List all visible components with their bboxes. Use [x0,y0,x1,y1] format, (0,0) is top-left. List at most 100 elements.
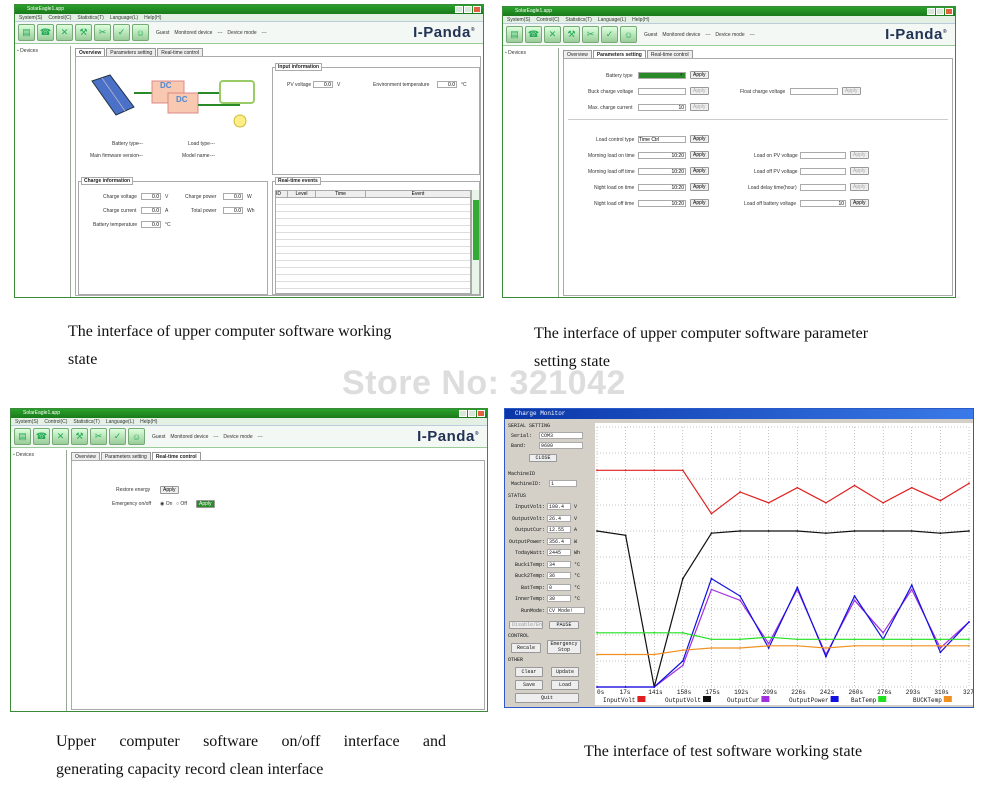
menu-statistics[interactable]: Statistics(T) [73,419,99,425]
menu-control[interactable]: Control(C) [536,17,559,23]
serial-select[interactable]: COM3 [539,432,583,439]
buck-voltage-field[interactable] [638,88,686,95]
disable-button[interactable]: Disable/En [509,621,543,629]
max-current-field[interactable]: 10 [638,104,686,111]
wrench-icon[interactable]: ⚒ [563,26,580,43]
minimize-button[interactable] [927,8,935,15]
radio-on[interactable]: ◉ On [160,501,172,507]
device-tree[interactable]: ▪ Devices [11,450,67,711]
save-button[interactable]: Save [515,680,543,690]
connect-icon[interactable]: ☎ [33,428,50,445]
check-icon[interactable]: ✓ [113,24,130,41]
tab-realtime[interactable]: Real-time control [157,48,204,56]
wrench-icon[interactable]: ⚒ [71,428,88,445]
morning-on-field[interactable]: 10:20 [638,152,686,159]
quit-button[interactable]: Quit [515,693,579,703]
chart-icon[interactable]: ▤ [14,428,31,445]
panda-icon[interactable]: ☺ [132,24,149,41]
close-button[interactable] [477,410,485,417]
load-off-pv-field[interactable] [800,168,846,175]
tab-parameters[interactable]: Parameters setting [592,50,646,58]
apply-night-off-button[interactable]: Apply [690,199,709,207]
scrollbar[interactable] [471,190,479,294]
apply-float-button[interactable]: Apply [842,87,861,95]
night-on-field[interactable]: 10:20 [638,184,686,191]
tab-parameters[interactable]: Parameters setting [106,48,157,56]
tab-overview[interactable]: Overview [563,50,592,58]
panda-icon[interactable]: ☺ [620,26,637,43]
apply-load-off-pv-button[interactable]: Apply [850,167,869,175]
tab-realtime[interactable]: Real-time control [151,452,201,460]
panda-icon[interactable]: ☺ [128,428,145,445]
menu-language[interactable]: Language(L) [598,17,626,23]
emergency-stop-button[interactable]: Emergency Stop [547,640,581,654]
apply-max-button[interactable]: Apply [690,103,709,111]
menu-help[interactable]: Help(H) [144,15,161,21]
load-delay-field[interactable] [800,184,846,191]
menu-language[interactable]: Language(L) [110,15,138,21]
menu-statistics[interactable]: Statistics(T) [77,15,103,21]
menu-help[interactable]: Help(H) [140,419,157,425]
menu-system[interactable]: System(S) [19,15,42,21]
chart-icon[interactable]: ▤ [506,26,523,43]
device-tree[interactable]: ▪ Devices [15,46,71,297]
wrench-icon[interactable]: ⚒ [75,24,92,41]
col-time[interactable]: Time [316,191,366,197]
apply-load-off-battery-button[interactable]: Apply [850,199,869,207]
tab-overview[interactable]: Overview [75,48,106,56]
menu-control[interactable]: Control(C) [48,15,71,21]
close-button[interactable] [945,8,953,15]
menu-system[interactable]: System(S) [507,17,530,23]
close-button[interactable] [473,6,481,13]
restore-apply-button[interactable]: Apply [160,486,179,494]
tools-icon[interactable]: ✕ [544,26,561,43]
recale-button[interactable]: Recale [511,643,541,653]
band-select[interactable]: 9600 [539,442,583,449]
menu-control[interactable]: Control(C) [44,419,67,425]
float-voltage-field[interactable] [790,88,838,95]
apply-load-control-button[interactable]: Apply [690,135,709,143]
chevron-down-icon[interactable]: ▾ [680,72,683,78]
minimize-button[interactable] [459,410,467,417]
tools-icon[interactable]: ✕ [52,428,69,445]
apply-battery-button[interactable]: Apply [690,71,709,79]
night-off-field[interactable]: 10:20 [638,200,686,207]
load-on-pv-field[interactable] [800,152,846,159]
clear-button[interactable]: Clear [515,667,543,677]
minimize-button[interactable] [455,6,463,13]
load-button[interactable]: Load [551,680,579,690]
col-level[interactable]: Level [288,191,316,197]
scrollbar-thumb[interactable] [473,200,479,260]
tab-overview[interactable]: Overview [71,452,100,460]
tab-realtime[interactable]: Real-time control [646,50,693,58]
tools-icon[interactable]: ✕ [56,24,73,41]
update-button[interactable]: Update [551,667,579,677]
connect-icon[interactable]: ☎ [525,26,542,43]
apply-load-delay-button[interactable]: Apply [850,183,869,191]
maximize-button[interactable] [468,410,476,417]
events-table[interactable]: ID Level Time Event [275,190,471,294]
load-off-battery-field[interactable]: 10 [800,200,846,207]
serial-close-button[interactable]: CLOSE [529,454,557,462]
apply-load-on-pv-button[interactable]: Apply [850,151,869,159]
emergency-apply-button[interactable]: Apply [196,500,215,508]
pause-button[interactable]: PAUSE [549,621,579,629]
maximize-button[interactable] [936,8,944,15]
check-icon[interactable]: ✓ [601,26,618,43]
check-icon[interactable]: ✓ [109,428,126,445]
chart-icon[interactable]: ▤ [18,24,35,41]
settings-icon[interactable]: ✂ [94,24,111,41]
connect-icon[interactable]: ☎ [37,24,54,41]
col-id[interactable]: ID [276,191,288,197]
load-control-select[interactable]: Time Ctrl [638,136,686,143]
maximize-button[interactable] [464,6,472,13]
settings-icon[interactable]: ✂ [582,26,599,43]
apply-morning-on-button[interactable]: Apply [690,151,709,159]
menu-system[interactable]: System(S) [15,419,38,425]
menu-help[interactable]: Help(H) [632,17,649,23]
apply-night-on-button[interactable]: Apply [690,183,709,191]
battery-type-select[interactable] [638,72,686,79]
device-tree[interactable]: ▪ Devices [503,48,559,297]
col-event[interactable]: Event [366,191,470,197]
apply-morning-off-button[interactable]: Apply [690,167,709,175]
